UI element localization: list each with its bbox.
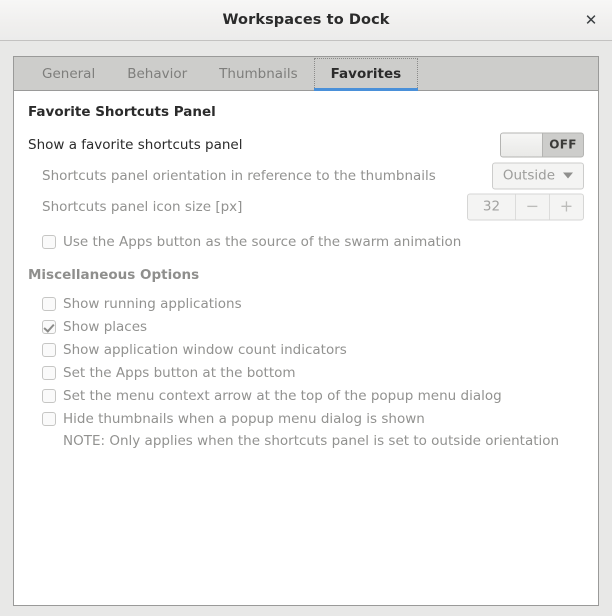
checkbox-row-menu-context-arrow-top[interactable]: Set the menu context arrow at the top of… — [28, 384, 584, 407]
tab-general[interactable]: General — [26, 57, 111, 90]
shortcuts-panel-icon-size-label: Shortcuts panel icon size [px] — [42, 198, 243, 215]
hide-thumbnails-note: NOTE: Only applies when the shortcuts pa… — [63, 433, 560, 449]
toggle-state-label: OFF — [549, 137, 577, 152]
shortcuts-panel-icon-size-stepper[interactable]: 32 − + — [467, 193, 584, 220]
row-shortcuts-panel-orientation: Shortcuts panel orientation in reference… — [28, 160, 584, 191]
apps-button-swarm-checkbox[interactable] — [42, 234, 56, 249]
checkbox-row-hide-thumbnails-popup[interactable]: Hide thumbnails when a popup menu dialog… — [28, 407, 584, 430]
plus-icon[interactable]: + — [549, 194, 583, 219]
shortcuts-panel-icon-size-control: 32 − + — [467, 193, 584, 220]
show-window-count-indicators-label: Show application window count indicators — [63, 341, 347, 358]
checkbox-row-show-running-applications[interactable]: Show running applications — [28, 292, 584, 315]
row-show-favorite-shortcuts-panel: Show a favorite shortcuts panel OFF — [28, 129, 584, 160]
checkbox-row-apps-button-bottom[interactable]: Set the Apps button at the bottom — [28, 361, 584, 384]
row-shortcuts-panel-icon-size: Shortcuts panel icon size [px] 32 − + — [28, 191, 584, 222]
show-window-count-indicators-checkbox[interactable] — [42, 342, 56, 357]
miscellaneous-options-heading: Miscellaneous Options — [28, 267, 200, 283]
show-running-applications-label: Show running applications — [63, 295, 242, 312]
icon-size-value[interactable]: 32 — [468, 194, 515, 219]
window-title: Workspaces to Dock — [222, 12, 390, 28]
show-places-label: Show places — [63, 318, 148, 335]
content-frame: General Behavior Thumbnails Favorites Fa… — [13, 56, 599, 606]
apps-button-bottom-label: Set the Apps button at the bottom — [63, 364, 296, 381]
shortcuts-panel-orientation-control: Outside — [491, 162, 584, 189]
shortcuts-panel-orientation-value: Outside — [502, 167, 555, 184]
tab-favorites[interactable]: Favorites — [313, 58, 419, 91]
close-icon[interactable]: ✕ — [576, 6, 606, 34]
minus-icon[interactable]: − — [515, 194, 549, 219]
checkbox-row-show-places[interactable]: Show places — [28, 315, 584, 338]
apps-button-swarm-label: Use the Apps button as the source of the… — [63, 233, 462, 250]
chevron-down-icon — [563, 172, 573, 179]
shortcuts-panel-orientation-label: Shortcuts panel orientation in reference… — [42, 167, 436, 184]
hide-thumbnails-popup-label: Hide thumbnails when a popup menu dialog… — [63, 410, 425, 427]
show-running-applications-checkbox[interactable] — [42, 296, 56, 311]
show-favorite-shortcuts-panel-control: OFF — [500, 132, 584, 157]
show-favorite-shortcuts-panel-label: Show a favorite shortcuts panel — [28, 136, 243, 153]
title-bar: Workspaces to Dock ✕ — [0, 0, 612, 41]
checkbox-row-show-window-count-indicators[interactable]: Show application window count indicators — [28, 338, 584, 361]
tab-bar: General Behavior Thumbnails Favorites — [14, 57, 598, 91]
hide-thumbnails-popup-checkbox[interactable] — [42, 411, 56, 426]
tab-behavior[interactable]: Behavior — [111, 57, 203, 90]
menu-context-arrow-top-checkbox[interactable] — [42, 388, 56, 403]
tab-thumbnails[interactable]: Thumbnails — [203, 57, 313, 90]
show-places-checkbox[interactable] — [42, 319, 56, 334]
apps-button-bottom-checkbox[interactable] — [42, 365, 56, 380]
favorites-page: Favorite Shortcuts Panel Show a favorite… — [14, 91, 598, 605]
shortcuts-panel-orientation-dropdown[interactable]: Outside — [491, 162, 584, 189]
favorite-shortcuts-panel-heading: Favorite Shortcuts Panel — [28, 104, 216, 120]
preferences-window: Workspaces to Dock ✕ General Behavior Th… — [0, 0, 612, 616]
show-favorite-shortcuts-panel-toggle[interactable]: OFF — [500, 132, 584, 157]
toggle-knob — [501, 133, 543, 156]
menu-context-arrow-top-label: Set the menu context arrow at the top of… — [63, 387, 502, 404]
checkbox-row-apps-button-swarm[interactable]: Use the Apps button as the source of the… — [28, 230, 584, 253]
